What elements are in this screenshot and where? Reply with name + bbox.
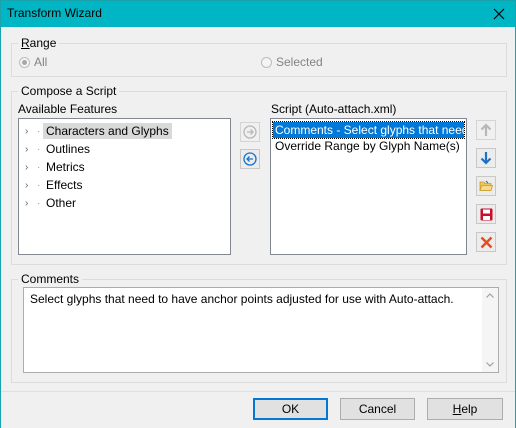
tree-item-other[interactable]: › · Other [25,194,79,212]
delete-script-item-button[interactable] [476,232,496,252]
save-script-button[interactable] [476,204,496,224]
tree-item-metrics[interactable]: › · Metrics [25,158,88,176]
range-group [11,43,507,77]
open-script-button[interactable] [476,176,496,196]
compose-group-label: Compose a Script [18,84,120,98]
range-group-label: Range [18,36,60,50]
chevron-right-icon[interactable]: › [25,126,37,137]
comments-group-label: Comments [18,272,83,286]
range-selected-radio[interactable]: Selected [261,55,323,69]
script-list[interactable]: Comments - Select glyphs that need to ha… [270,118,467,255]
scroll-up-arrow-icon[interactable] [486,293,494,298]
scroll-down-arrow-icon[interactable] [486,362,494,367]
move-down-button[interactable] [476,148,496,168]
window-title: Transform Wizard [7,6,102,20]
close-button[interactable] [483,1,515,27]
arrow-up-icon [480,123,492,136]
script-item-comments[interactable]: Comments - Select glyphs that need to ha… [272,121,465,139]
close-icon [493,8,505,20]
tree-item-outlines[interactable]: › · Outlines [25,140,93,158]
available-features-label: Available Features [18,102,118,116]
available-features-tree[interactable]: › · Characters and Glyphs › · Outlines › · Met… [18,118,231,255]
comments-textarea[interactable]: Select glyphs that need to have anchor p… [23,287,499,373]
radio-circle-checked [19,56,30,68]
chevron-right-icon[interactable]: › [25,162,37,173]
script-label: Script (Auto-attach.xml) [271,102,397,116]
script-item-override-range[interactable]: Override Range by Glyph Name(s) Define [273,138,464,154]
ok-button[interactable]: OK [253,398,328,420]
save-disk-icon [480,208,492,220]
open-folder-icon [479,180,493,191]
comments-text: Select glyphs that need to have anchor p… [30,292,454,306]
radio-circle [261,56,272,68]
range-all-radio[interactable]: All [19,55,47,69]
help-button[interactable]: Help [427,398,503,420]
transform-wizard-window: Transform Wizard Range All Selected Comp… [0,0,516,428]
range-selected-label: Selected [276,55,323,69]
title-bar: Transform Wizard [1,1,515,27]
chevron-right-icon[interactable]: › [25,144,37,155]
remove-from-script-button[interactable] [240,149,260,169]
add-to-script-button[interactable] [240,122,260,142]
arrow-down-icon [480,152,492,165]
chevron-right-icon[interactable]: › [25,180,37,191]
move-up-button[interactable] [476,120,496,140]
range-all-label: All [34,55,48,69]
arrow-left-circle-icon [243,152,257,166]
delete-x-icon [480,236,492,248]
cancel-button[interactable]: Cancel [340,398,415,420]
chevron-right-icon[interactable]: › [25,198,37,209]
arrow-right-circle-icon [243,125,257,139]
comments-scrollbar[interactable] [482,288,498,372]
tree-item-effects[interactable]: › · Effects [25,176,85,194]
tree-item-characters-and-glyphs[interactable]: › · Characters and Glyphs [25,122,172,140]
